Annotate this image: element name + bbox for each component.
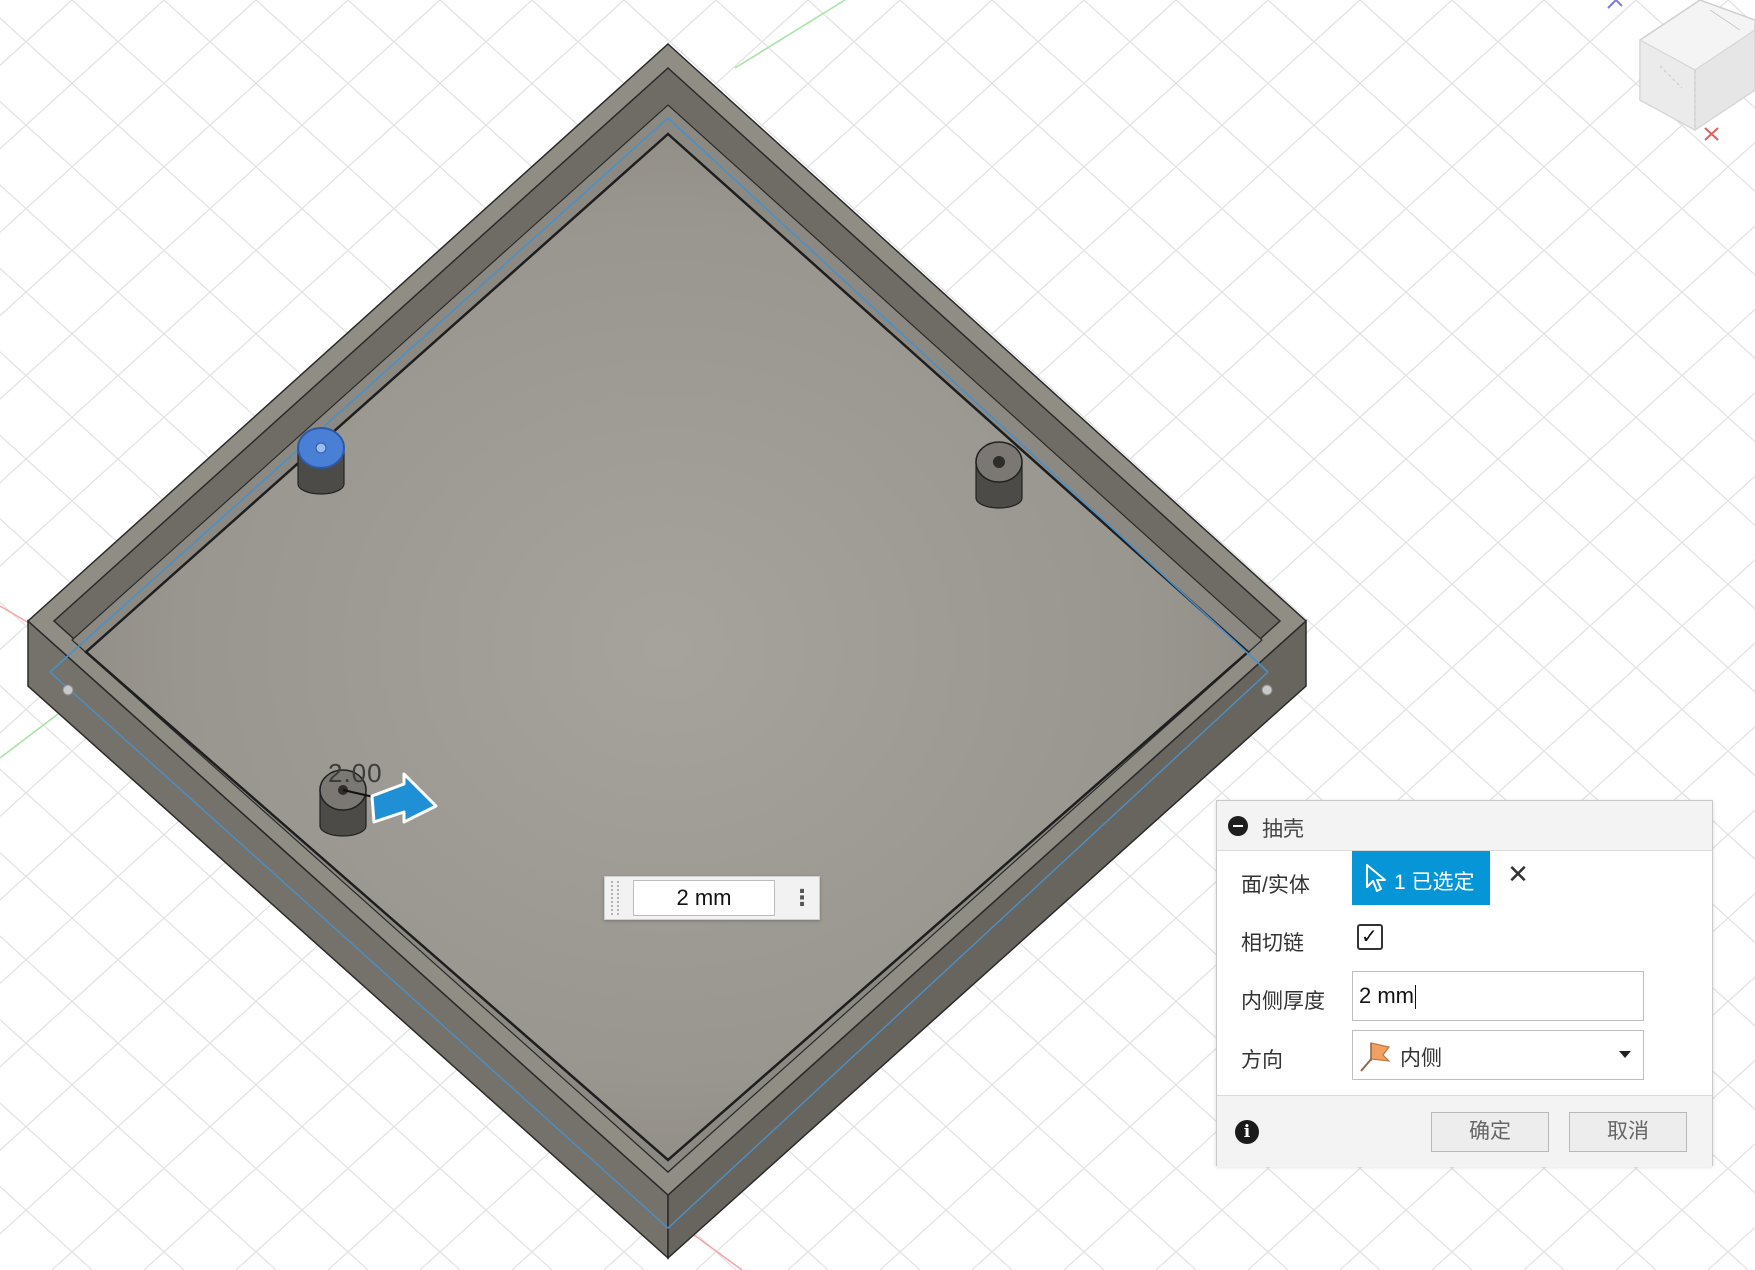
vertex-point [1261, 684, 1273, 696]
dialog-header[interactable]: 抽壳 [1217, 801, 1712, 851]
tangent-chain-checkbox[interactable]: ✓ [1357, 924, 1383, 950]
faces-selection-button[interactable]: 1 已选定 [1352, 851, 1490, 905]
collapse-icon[interactable] [1228, 816, 1248, 836]
chevron-down-icon[interactable] [1619, 1051, 1631, 1058]
shell-body[interactable] [26, 42, 1308, 1260]
inline-value-box[interactable]: 2 mm ⋮ [604, 876, 820, 920]
standoff-top-right[interactable] [975, 441, 1023, 509]
vertex-point [62, 684, 74, 696]
dimension-label: 2.00 [328, 758, 383, 788]
inline-thickness-input[interactable]: 2 mm [633, 880, 775, 916]
faces-label: 面/实体 [1241, 874, 1310, 897]
thickness-value: 2 mm [1359, 983, 1414, 1008]
more-options-icon[interactable]: ⋮ [791, 883, 813, 915]
cursor-icon [1366, 864, 1386, 892]
dialog-footer: i 确定 取消 [1217, 1095, 1712, 1167]
text-caret [1415, 985, 1416, 1010]
close-icon[interactable]: ✕ [1503, 859, 1533, 889]
standoff-top-left[interactable] [297, 427, 345, 495]
direction-label: 方向 [1241, 1049, 1283, 1072]
drag-grip-icon[interactable] [611, 881, 619, 915]
ok-button[interactable]: 确定 [1431, 1112, 1549, 1152]
direction-select[interactable]: 内侧 [1352, 1030, 1644, 1080]
info-icon[interactable]: i [1235, 1120, 1259, 1144]
shell-dialog: 抽壳 面/实体 1 已选定 ✕ 相切链 ✓ 内侧厚度 2 mm 方向 内侧 i … [1216, 800, 1713, 1167]
direction-icon [1360, 1042, 1391, 1072]
tangent-chain-label: 相切链 [1241, 932, 1304, 955]
selection-count: 1 已选定 [1394, 871, 1475, 894]
direction-value: 内侧 [1400, 1047, 1442, 1070]
canvas-viewport[interactable]: 2.00 2 mm ⋮ 抽壳 面/实体 1 已选定 ✕ 相切链 ✓ 内侧厚度 2… [0, 0, 1755, 1270]
view-cube-icon[interactable] [1600, 0, 1755, 160]
dialog-title: 抽壳 [1262, 818, 1304, 841]
thickness-label: 内侧厚度 [1241, 990, 1325, 1013]
thickness-input[interactable]: 2 mm [1352, 971, 1644, 1021]
checkmark-icon: ✓ [1361, 926, 1378, 948]
cancel-button[interactable]: 取消 [1569, 1112, 1687, 1152]
